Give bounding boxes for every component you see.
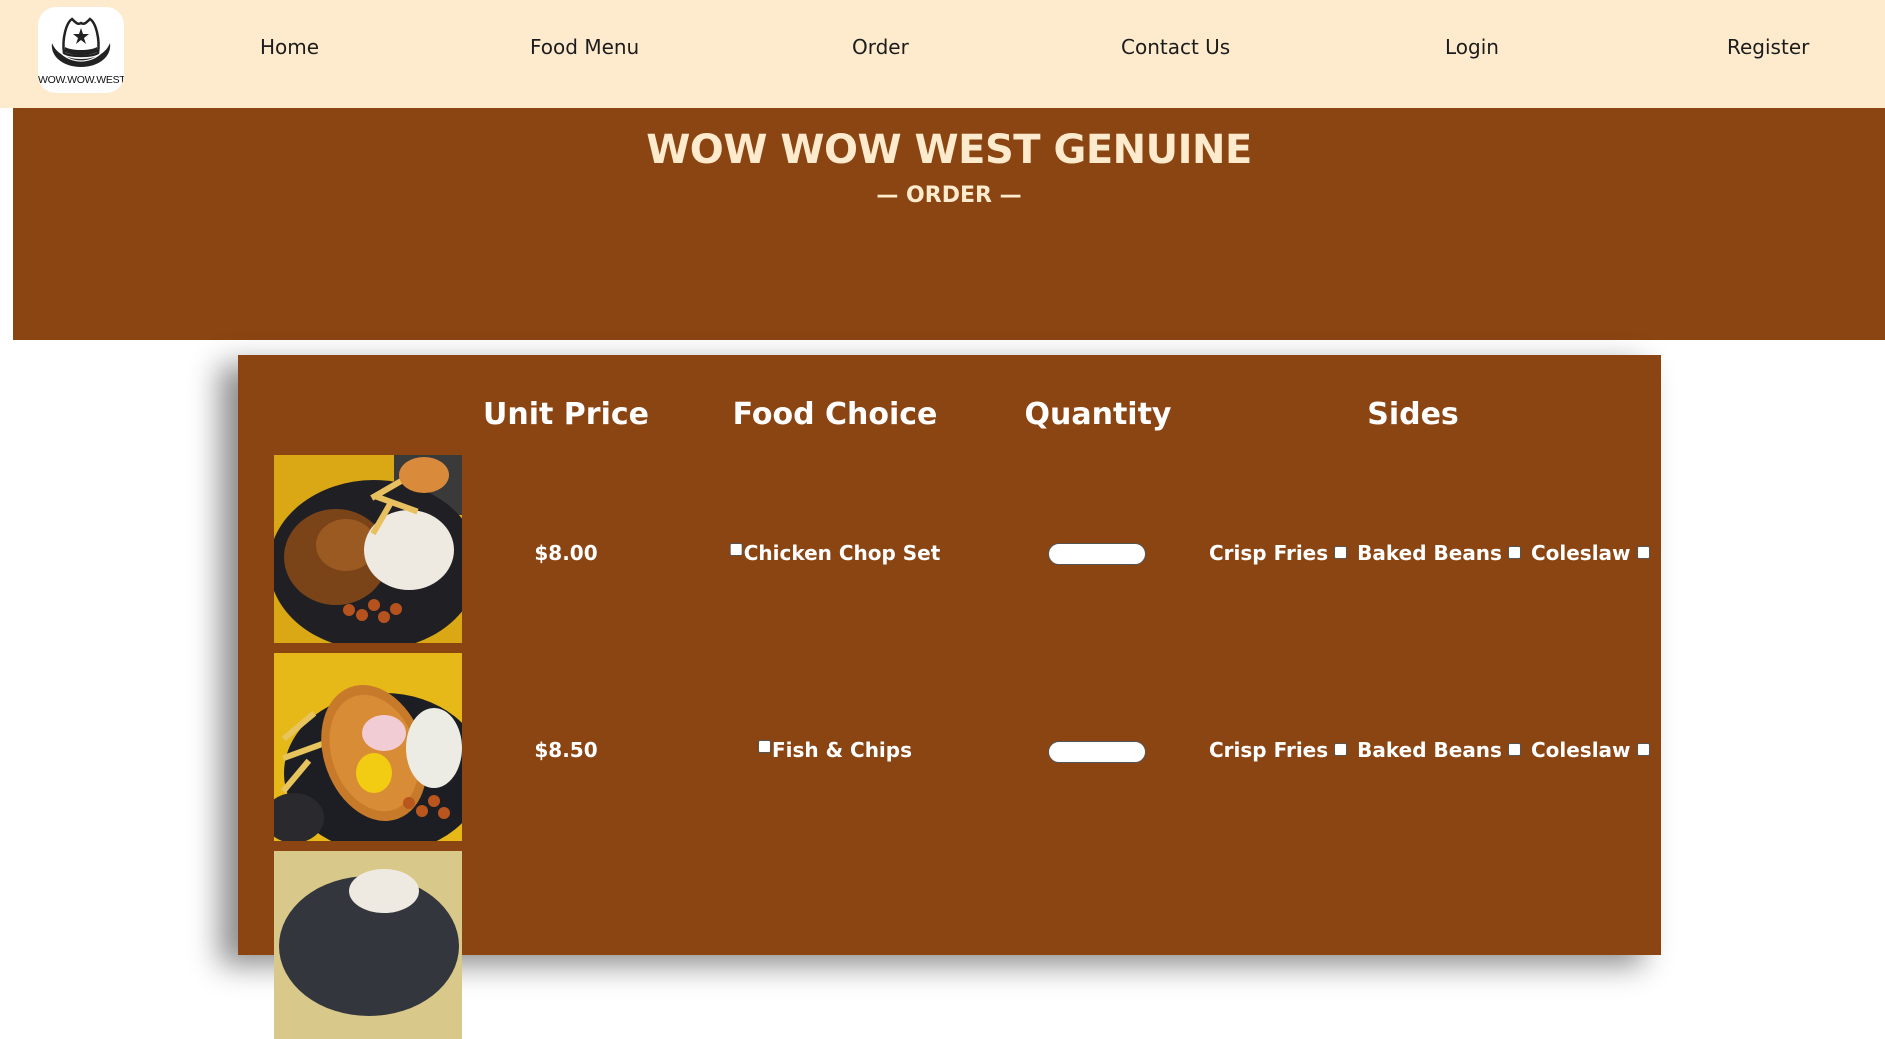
page-title: WOW WOW WEST GENUINE	[646, 127, 1252, 173]
side-option: Baked Beans	[1357, 541, 1521, 565]
side-label: Crisp Fries	[1209, 541, 1329, 565]
side-label: Crisp Fries	[1209, 738, 1329, 762]
nav-login[interactable]: Login	[1445, 35, 1499, 59]
cowboy-hat-icon	[51, 17, 111, 67]
header-quantity: Quantity	[1024, 397, 1172, 432]
side-checkbox[interactable]	[1636, 545, 1650, 559]
side-option: Crisp Fries	[1209, 541, 1348, 565]
sides-options: Crisp Fries Baked Beans Coleslaw	[1209, 738, 1660, 762]
side-checkbox[interactable]	[1334, 742, 1348, 756]
header-sides: Sides	[1367, 397, 1459, 432]
chicken-chop-photo	[274, 455, 462, 643]
logo-text: WOW.WOW.WEST	[38, 74, 124, 86]
third-dish-photo	[274, 851, 462, 1039]
food-choice: Fish & Chips	[757, 738, 913, 762]
side-label: Coleslaw	[1530, 738, 1631, 762]
page-subtitle: — ORDER —	[876, 183, 1022, 208]
nav-contact-us[interactable]: Contact Us	[1121, 35, 1230, 59]
nav-order[interactable]: Order	[852, 35, 909, 59]
food-choice-checkbox[interactable]	[729, 542, 743, 556]
header-unit-price: Unit Price	[483, 397, 649, 432]
nav-home[interactable]: Home	[260, 35, 319, 59]
quantity-input[interactable]	[1048, 741, 1146, 763]
nav-register[interactable]: Register	[1727, 35, 1809, 59]
side-checkbox[interactable]	[1334, 545, 1348, 559]
side-option: Crisp Fries	[1209, 738, 1348, 762]
food-choice-checkbox[interactable]	[757, 739, 771, 753]
quantity-input[interactable]	[1048, 543, 1146, 565]
nav-food-menu[interactable]: Food Menu	[530, 35, 639, 59]
food-choice: Chicken Chop Set	[729, 541, 941, 565]
fish-and-chips-photo	[274, 653, 462, 841]
side-checkbox[interactable]	[1636, 742, 1650, 756]
side-option: Coleslaw	[1531, 541, 1650, 565]
header-food-choice: Food Choice	[732, 397, 938, 432]
side-option: Coleslaw	[1531, 738, 1650, 762]
side-checkbox[interactable]	[1507, 545, 1521, 559]
side-label: Baked Beans	[1357, 541, 1502, 565]
top-nav: WOW.WOW.WEST Home Food Menu Order Contac…	[0, 0, 1885, 108]
side-option: Baked Beans	[1357, 738, 1521, 762]
food-choice-label: Chicken Chop Set	[743, 541, 941, 565]
side-label: Coleslaw	[1530, 541, 1631, 565]
order-table: Unit Price Food Choice Quantity Sides $8…	[238, 355, 1661, 1039]
brand-logo[interactable]: WOW.WOW.WEST	[38, 7, 124, 93]
food-choice-label: Fish & Chips	[771, 738, 913, 762]
side-label: Baked Beans	[1357, 738, 1502, 762]
unit-price: $8.00	[534, 541, 598, 565]
sides-options: Crisp Fries Baked Beans Coleslaw	[1209, 541, 1660, 565]
unit-price: $8.50	[534, 738, 598, 762]
hero-banner: WOW WOW WEST GENUINE — ORDER —	[13, 108, 1885, 340]
side-checkbox[interactable]	[1507, 742, 1521, 756]
